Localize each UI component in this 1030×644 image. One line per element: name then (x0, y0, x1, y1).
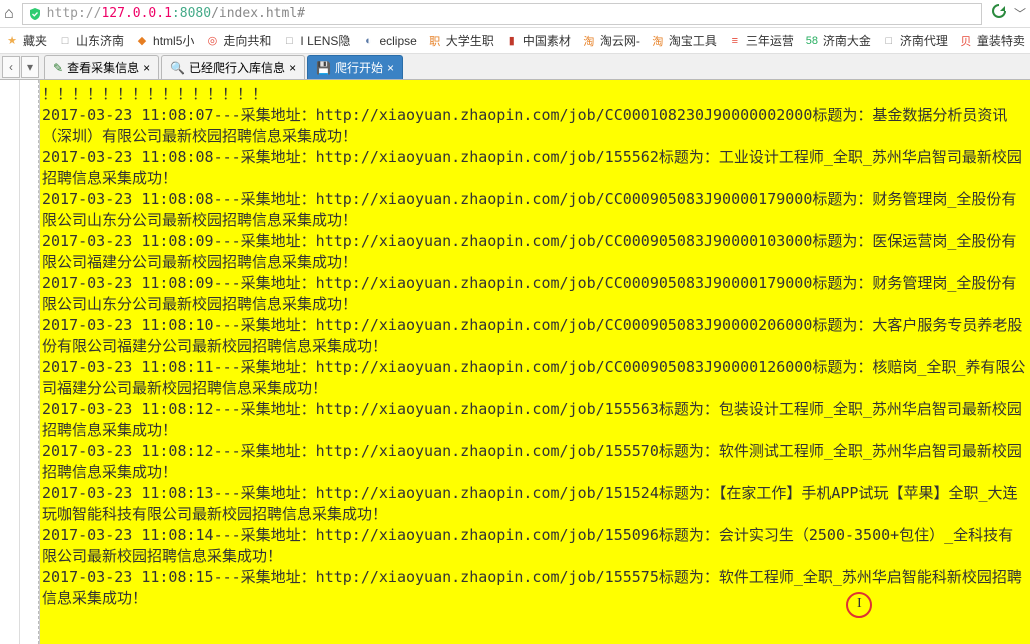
bookmark-item[interactable]: 淘淘云网- (581, 32, 640, 49)
bookmark-label: 童装特卖 (977, 32, 1025, 49)
dropdown-icon[interactable]: ﹀ (1014, 5, 1026, 22)
refresh-icon[interactable] (990, 2, 1008, 25)
console-entry: 2017-03-23 11:08:07---采集地址：http://xiaoyu… (42, 105, 1028, 147)
tab-label: 爬行开始 (335, 59, 383, 76)
bookmark-label: eclipse (379, 34, 416, 48)
bookmark-item[interactable]: 淘淘宝工具 (650, 32, 717, 49)
addr-host: 127.0.0.1 (101, 6, 171, 21)
close-icon[interactable]: × (143, 61, 150, 75)
tabs-row: ✎ 查看采集信息 × 🔍 已经爬行入库信息 × 💾 爬行开始 × (0, 54, 1030, 80)
tab-icon: ✎ (53, 61, 63, 75)
bookmark-icon: ★ (4, 33, 20, 49)
console-entry: 2017-03-23 11:08:08---采集地址：http://xiaoyu… (42, 147, 1028, 189)
bookmark-item[interactable]: 职大学生职 (427, 32, 494, 49)
bookmarks-bar: ★藏夹□山东济南◆html5小◎走向共和□I LENS隐◐eclipse职大学生… (0, 28, 1030, 54)
bookmark-icon: 淘 (581, 33, 597, 49)
shield-icon (27, 6, 43, 22)
console-entry: 2017-03-23 11:08:09---采集地址：http://xiaoyu… (42, 231, 1028, 273)
bookmark-item[interactable]: ◐eclipse (360, 33, 416, 49)
bookmark-label: 大学生职 (446, 32, 494, 49)
bookmark-label: html5小 (153, 32, 194, 49)
bookmark-item[interactable]: 58济南大金 (804, 32, 871, 49)
bookmark-item[interactable]: 贝童装特卖 (958, 32, 1025, 49)
bookmark-item[interactable]: □I LENS隐 (281, 32, 350, 49)
bookmark-item[interactable]: ◆html5小 (134, 32, 194, 49)
workspace: ！！！！！！！！！！！！！！！2017-03-23 11:08:07---采集地… (0, 80, 1030, 644)
bookmark-item[interactable]: ≡三年运营 (727, 32, 794, 49)
bookmark-label: 济南大金 (823, 32, 871, 49)
bookmark-icon: 淘 (650, 33, 666, 49)
console-header: ！！！！！！！！！！！！！！！ (42, 84, 1028, 105)
bookmark-icon: 职 (427, 33, 443, 49)
ruler-col-1 (0, 80, 20, 644)
bookmark-icon: ◆ (134, 33, 150, 49)
bookmark-icon: ◐ (360, 33, 376, 49)
bookmark-item[interactable]: ▮中国素材 (504, 32, 571, 49)
tab-icon: 💾 (316, 61, 331, 75)
console-entry: 2017-03-23 11:08:12---采集地址：http://xiaoyu… (42, 399, 1028, 441)
bookmark-label: 淘宝工具 (669, 32, 717, 49)
console-entry: 2017-03-23 11:08:13---采集地址：http://xiaoyu… (42, 483, 1028, 525)
bookmark-label: 淘云网- (600, 32, 640, 49)
bookmark-icon: □ (281, 33, 297, 49)
bookmark-label: 山东济南 (76, 32, 124, 49)
bookmark-icon: □ (881, 33, 897, 49)
close-icon[interactable]: × (289, 61, 296, 75)
tab-label: 已经爬行入库信息 (189, 59, 285, 76)
bookmark-item[interactable]: □山东济南 (57, 32, 124, 49)
console-output[interactable]: ！！！！！！！！！！！！！！！2017-03-23 11:08:07---采集地… (40, 80, 1030, 644)
side-toggle-left[interactable]: ‹ (2, 56, 20, 78)
side-toggle-right[interactable]: ▾ (21, 56, 39, 78)
bookmark-label: 三年运营 (746, 32, 794, 49)
console-entry: 2017-03-23 11:08:10---采集地址：http://xiaoyu… (42, 315, 1028, 357)
bookmark-label: 中国素材 (523, 32, 571, 49)
ruler (0, 80, 40, 644)
bookmark-icon: 贝 (958, 33, 974, 49)
bookmark-label: I LENS隐 (300, 32, 350, 49)
bookmark-item[interactable]: ◎走向共和 (204, 32, 271, 49)
ruler-col-2 (20, 80, 40, 644)
bookmark-item[interactable]: □济南代理 (881, 32, 948, 49)
tab-item[interactable]: 💾 爬行开始 × (307, 55, 403, 79)
console-entry: 2017-03-23 11:08:09---采集地址：http://xiaoyu… (42, 273, 1028, 315)
address-bar[interactable]: http:// 127.0.0.1 :8080 /index.html# (22, 3, 982, 25)
addr-path: /index.html# (211, 6, 305, 21)
tab-icon: 🔍 (170, 61, 185, 75)
bookmark-label: 藏夹 (23, 32, 47, 49)
close-icon[interactable]: × (387, 61, 394, 75)
tab-label: 查看采集信息 (67, 59, 139, 76)
bookmark-label: 走向共和 (223, 32, 271, 49)
bookmark-item[interactable]: ★藏夹 (4, 32, 47, 49)
bookmark-icon: ▮ (504, 33, 520, 49)
console-entry: 2017-03-23 11:08:14---采集地址：http://xiaoyu… (42, 525, 1028, 567)
bookmark-icon: ≡ (727, 33, 743, 49)
console-entry: 2017-03-23 11:08:12---采集地址：http://xiaoyu… (42, 441, 1028, 483)
browser-toolbar: ⌂ http:// 127.0.0.1 :8080 /index.html# ﹀ (0, 0, 1030, 28)
side-toggle: ‹ ▾ (2, 56, 42, 78)
console-entry: 2017-03-23 11:08:11---采集地址：http://xiaoyu… (42, 357, 1028, 399)
addr-protocol: http:// (47, 6, 102, 21)
bookmark-icon: ◎ (204, 33, 220, 49)
tab-item[interactable]: 🔍 已经爬行入库信息 × (161, 55, 305, 79)
bookmark-icon: □ (57, 33, 73, 49)
home-icon[interactable]: ⌂ (4, 5, 14, 23)
console-entry: 2017-03-23 11:08:15---采集地址：http://xiaoyu… (42, 567, 1028, 609)
bookmark-icon: 58 (804, 33, 820, 49)
tab-item[interactable]: ✎ 查看采集信息 × (44, 55, 159, 79)
bookmark-label: 济南代理 (900, 32, 948, 49)
addr-port: :8080 (172, 6, 211, 21)
console-entry: 2017-03-23 11:08:08---采集地址：http://xiaoyu… (42, 189, 1028, 231)
